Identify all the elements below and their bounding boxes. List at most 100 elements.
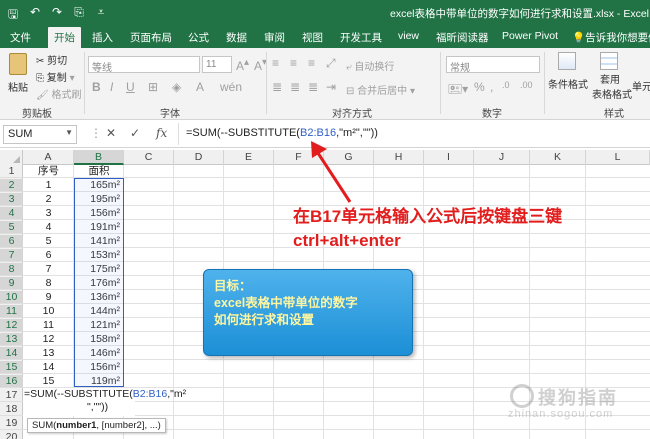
cell-a[interactable]: 9 (23, 291, 74, 304)
currency-icon[interactable]: 🖭▾ (448, 80, 468, 101)
copy-button[interactable]: ⎘ 复制 ▾ (36, 69, 75, 84)
phonetic-icon[interactable]: wén (220, 80, 242, 94)
column-header-a[interactable]: A (23, 150, 74, 165)
underline-icon[interactable]: U (126, 80, 135, 94)
column-header-b[interactable]: B (74, 150, 124, 165)
align-center-icon[interactable]: ≣ (290, 80, 300, 94)
row-header[interactable]: 5 (0, 221, 23, 234)
font-size-select[interactable]: 11 (202, 56, 232, 73)
save-icon[interactable]: 🖫 (6, 5, 20, 26)
name-box[interactable]: SUM ▼ (3, 125, 77, 144)
row-header[interactable]: 12 (0, 319, 23, 332)
column-header-k[interactable]: K (530, 150, 586, 165)
cut-button[interactable]: ✂ 剪切 (36, 52, 67, 67)
cell-a[interactable]: 1 (23, 179, 74, 192)
align-top-icon[interactable]: ≡ (272, 56, 279, 70)
align-bottom-icon[interactable]: ≡ (308, 56, 315, 70)
border-icon[interactable]: ⊞ (148, 80, 158, 94)
column-header-i[interactable]: I (424, 150, 474, 165)
insert-function-icon[interactable]: fx (156, 126, 167, 140)
tab-file[interactable]: 文件 (10, 30, 31, 45)
italic-icon[interactable]: I (110, 80, 113, 94)
cell-a[interactable]: 3 (23, 207, 74, 220)
select-all-button[interactable] (0, 150, 23, 165)
increase-font-icon[interactable]: A▴ (236, 57, 249, 73)
redo-icon[interactable]: ↷ (50, 5, 64, 26)
column-header-e[interactable]: E (224, 150, 274, 165)
cell-a[interactable]: 15 (23, 375, 74, 388)
cell-edit-b17[interactable]: =SUM(--SUBSTITUTE(B2:B16,"m² ","")) (23, 388, 186, 416)
row-header[interactable]: 19 (0, 417, 23, 430)
tab-home[interactable]: 开始 (48, 27, 81, 48)
cell-a[interactable]: 11 (23, 319, 74, 332)
bold-icon[interactable]: B (92, 80, 101, 94)
row-header[interactable]: 17 (0, 389, 23, 402)
cell-a[interactable]: 5 (23, 235, 74, 248)
format-as-table-button[interactable]: 套用 表格格式 (592, 52, 632, 101)
tooltip-current-arg[interactable]: number1 (56, 420, 96, 431)
tab-view-en[interactable]: view (398, 30, 419, 42)
cell-a[interactable]: 序号 (23, 165, 74, 178)
row-header[interactable]: 8 (0, 263, 23, 276)
column-header-l[interactable]: L (586, 150, 650, 165)
fill-color-icon[interactable]: ◈ (172, 80, 181, 94)
tab-formulas[interactable]: 公式 (188, 30, 209, 45)
row-header[interactable]: 9 (0, 277, 23, 290)
cell-a[interactable]: 6 (23, 249, 74, 262)
row-header[interactable]: 11 (0, 305, 23, 318)
row-header[interactable]: 4 (0, 207, 23, 220)
row-header[interactable]: 18 (0, 403, 23, 416)
tab-foxit-reader[interactable]: 福昕阅读器 (436, 30, 489, 45)
row-header[interactable]: 15 (0, 361, 23, 374)
undo-icon[interactable]: ↶ (28, 5, 42, 26)
paste-button[interactable]: 粘贴 (4, 51, 32, 94)
preview-icon[interactable]: ⎘ (72, 5, 86, 26)
row-header[interactable]: 13 (0, 333, 23, 346)
cell-b[interactable]: 面积 (74, 165, 124, 178)
cell-a[interactable]: 4 (23, 221, 74, 234)
percent-icon[interactable]: % (474, 80, 485, 94)
cell-styles-button[interactable]: 单元 (632, 78, 650, 93)
cell-a[interactable]: 2 (23, 193, 74, 206)
row-header[interactable]: 14 (0, 347, 23, 360)
font-color-icon[interactable]: A (196, 80, 204, 94)
column-header-d[interactable]: D (174, 150, 224, 165)
align-middle-icon[interactable]: ≡ (290, 56, 297, 70)
conditional-format-button[interactable]: 条件格式 (548, 52, 588, 91)
format-painter-button[interactable]: 🖌 格式刷 (36, 86, 81, 101)
cell-a[interactable]: 10 (23, 305, 74, 318)
tab-view[interactable]: 视图 (302, 30, 323, 45)
tab-insert[interactable]: 插入 (92, 30, 113, 45)
row-header[interactable]: 10 (0, 291, 23, 304)
align-left-icon[interactable]: ≣ (272, 80, 282, 94)
tab-developer[interactable]: 开发工具 (340, 30, 382, 45)
tab-data[interactable]: 数据 (226, 30, 247, 45)
column-header-h[interactable]: H (374, 150, 424, 165)
cell-a[interactable]: 7 (23, 263, 74, 276)
row-header[interactable]: 1 (0, 165, 23, 178)
merge-center-button[interactable]: ⊟ 合并后居中 ▾ (346, 82, 415, 97)
tab-review[interactable]: 审阅 (264, 30, 285, 45)
cell-a[interactable]: 8 (23, 277, 74, 290)
row-header[interactable]: 2 (0, 179, 23, 192)
tooltip-other-args[interactable]: , [number2], ...) (96, 420, 160, 431)
cancel-icon[interactable]: ✕ (106, 126, 116, 140)
decrease-decimal-icon[interactable]: .00 (520, 80, 533, 90)
tab-power-pivot[interactable]: Power Pivot (502, 30, 558, 42)
align-right-icon[interactable]: ≣ (308, 80, 318, 94)
row-header[interactable]: 20 (0, 431, 23, 439)
comma-icon[interactable]: , (490, 80, 493, 94)
column-header-j[interactable]: J (474, 150, 530, 165)
number-format-select[interactable]: 常规 (446, 56, 540, 74)
wrap-text-button[interactable]: ⤶ 自动换行 (346, 58, 394, 73)
row-header[interactable]: 6 (0, 235, 23, 248)
enter-icon[interactable]: ✓ (130, 126, 140, 140)
row-header[interactable]: 16 (0, 375, 23, 388)
tell-me-box[interactable]: 💡告诉我你想要做什 (572, 30, 650, 45)
tab-page-layout[interactable]: 页面布局 (130, 30, 172, 45)
cell-a[interactable]: 12 (23, 333, 74, 346)
row-header[interactable]: 3 (0, 193, 23, 206)
cell-a[interactable]: 13 (23, 347, 74, 360)
increase-decimal-icon[interactable]: .0 (502, 80, 510, 90)
orientation-icon[interactable]: ⤢ (326, 56, 336, 71)
